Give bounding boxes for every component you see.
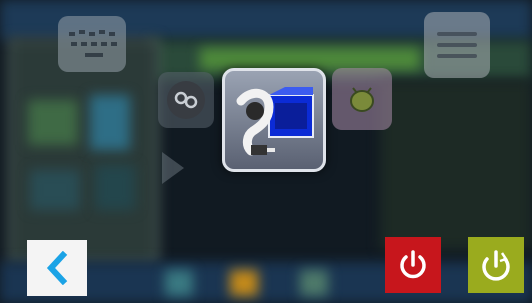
list-icon: [437, 25, 477, 65]
background-tile: [30, 170, 80, 210]
network-drive-icon: [236, 87, 314, 156]
bug-icon: [350, 87, 374, 112]
background-taskbar-icon: [230, 270, 258, 296]
background-tile: [28, 100, 78, 145]
power-off-button[interactable]: [385, 237, 441, 293]
launcher-tile-selected-app[interactable]: [222, 68, 326, 172]
background-content-area: [380, 80, 532, 250]
launcher-tile-bug-app[interactable]: [332, 68, 392, 130]
launcher-tile-grid-app[interactable]: [58, 16, 126, 72]
chevron-left-icon: [46, 251, 68, 285]
background-progress-strip: [200, 48, 420, 70]
keyboard-grid-icon: [67, 26, 117, 62]
launcher-tile-link-app[interactable]: [158, 72, 214, 128]
link-icon: [167, 81, 205, 119]
background-tile: [90, 95, 130, 150]
background-tile: [95, 165, 135, 210]
background-play-icon: [162, 152, 184, 184]
restart-power-icon: [482, 250, 510, 281]
back-button[interactable]: [27, 240, 87, 296]
power-icon: [400, 250, 426, 279]
launcher-tile-list-app[interactable]: [424, 12, 490, 78]
restart-button[interactable]: [468, 237, 524, 293]
background-taskbar-icon: [165, 270, 193, 296]
background-taskbar-icon: [300, 270, 328, 296]
